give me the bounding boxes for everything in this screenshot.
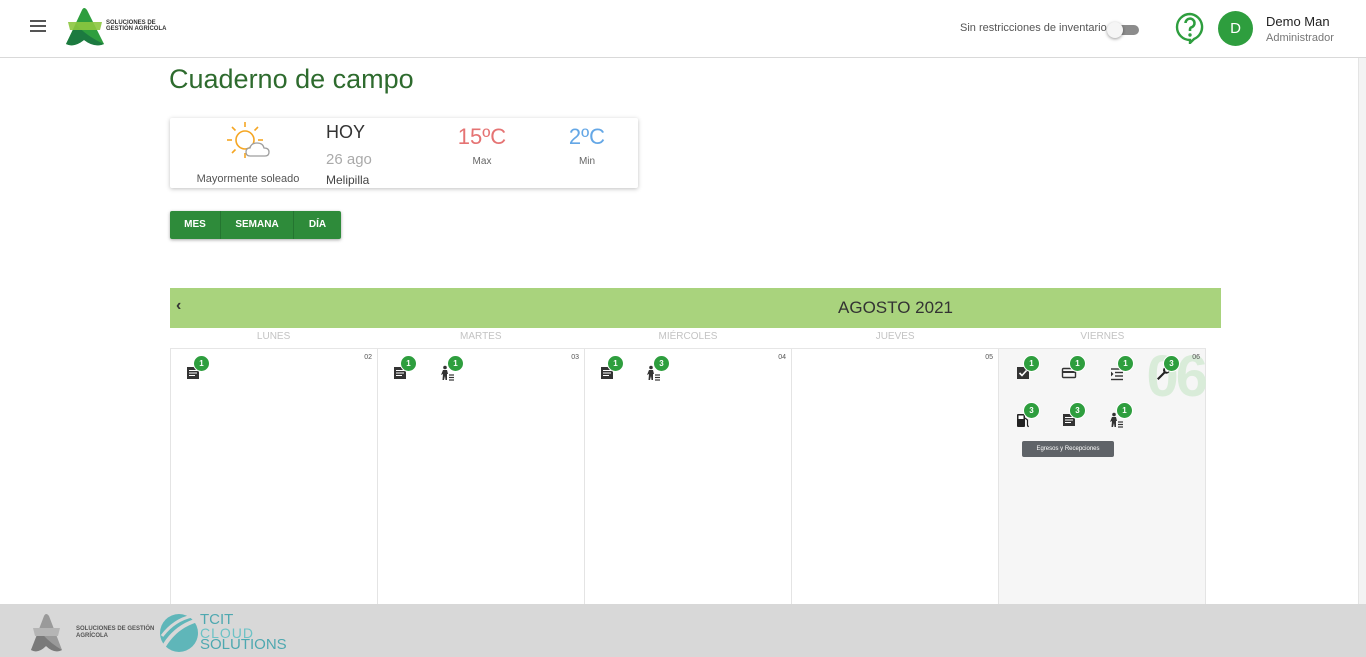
event-fuel[interactable]: 3 — [1015, 402, 1040, 430]
tcit-logo — [160, 614, 199, 652]
inventory-label: Sin restricciones de inventario — [960, 22, 1107, 34]
view-switcher: MES SEMANA DÍA — [170, 211, 341, 239]
inventory-toggle[interactable] — [1107, 22, 1139, 38]
event-card[interactable]: 1 — [1061, 355, 1086, 383]
day-number: 03 — [571, 354, 579, 361]
event-worker[interactable]: 3 — [645, 355, 670, 383]
partly-sunny-icon — [227, 122, 270, 158]
weather-date: 26 ago — [326, 151, 372, 168]
event-document[interactable]: 1 — [185, 355, 210, 383]
footer-brand-tagline: SOLUCIONES DE GESTIÓN AGRÍCOLA — [76, 626, 155, 639]
day-number: 04 — [778, 354, 786, 361]
event-document[interactable]: 1 — [392, 355, 417, 383]
event-count-badge: 3 — [653, 355, 670, 372]
min-label: Min — [578, 156, 596, 167]
calendar-day-cell[interactable]: 04 1 3 — [585, 349, 792, 605]
event-count-badge: 1 — [607, 355, 624, 372]
calendar-grid: 02 1 03 1 1 04 1 3 05 06 06 1 1 1 3 3 3 … — [170, 344, 1208, 605]
calendar-day-cell[interactable]: 02 1 — [170, 349, 378, 605]
max-temp: 15ºC — [457, 124, 507, 149]
event-count-badge: 1 — [1117, 355, 1134, 372]
day-name: LUNES — [256, 331, 291, 342]
event-document[interactable]: 3 — [1061, 402, 1086, 430]
partner-line-3: SOLUTIONS — [200, 636, 287, 653]
event-count-badge: 1 — [193, 355, 210, 372]
month-view-button[interactable]: MES — [170, 211, 221, 239]
event-count-badge: 3 — [1163, 355, 1180, 372]
calendar-day-cell[interactable]: 03 1 1 — [378, 349, 585, 605]
weather-today-label: HOY — [326, 122, 366, 142]
page-title: Cuaderno de campo — [169, 64, 414, 94]
event-count-badge: 1 — [1116, 402, 1133, 419]
day-number: 06 — [1192, 354, 1200, 361]
day-names-row: LUNES MARTES MIÉRCOLES JUEVES VIERNES — [170, 331, 1206, 347]
day-view-button[interactable]: DÍA — [294, 211, 341, 239]
day-number: 05 — [985, 354, 993, 361]
week-view-button[interactable]: SEMANA — [221, 211, 294, 239]
event-document[interactable]: 1 — [599, 355, 624, 383]
user-role: Administrador — [1266, 32, 1334, 44]
day-name: MIÉRCOLES — [658, 331, 718, 342]
calendar-day-cell-today[interactable]: 06 06 1 1 1 3 3 3 1 — [999, 344, 1208, 605]
event-count-badge: 3 — [1069, 402, 1086, 419]
min-temp: 2ºC — [568, 124, 606, 149]
event-count-badge: 1 — [1023, 355, 1040, 372]
event-count-badge: 3 — [1023, 402, 1040, 419]
weather-card: Mayormente soleado HOY 26 ago Melipilla … — [170, 118, 638, 188]
tooltip: Egresos y Recepciones — [1022, 441, 1114, 457]
event-wrench[interactable]: 3 — [1155, 355, 1180, 383]
user-name[interactable]: Demo Man — [1266, 14, 1330, 29]
scrollbar[interactable] — [1358, 58, 1366, 604]
event-worker[interactable]: 1 — [439, 355, 464, 383]
calendar-header: ‹ AGOSTO 2021 — [170, 288, 1221, 328]
avatar[interactable]: D — [1218, 11, 1253, 46]
event-count-badge: 1 — [447, 355, 464, 372]
calendar-day-cell[interactable]: 05 — [792, 349, 999, 605]
weather-location: Melipilla — [326, 173, 370, 187]
calendar-title: AGOSTO 2021 — [838, 298, 953, 317]
menu-icon[interactable] — [30, 20, 46, 34]
brand-tagline: SOLUCIONES DE GESTIÓN AGRÍCOLA — [106, 20, 167, 32]
event-count-badge: 1 — [1069, 355, 1086, 372]
day-name: MARTES — [460, 331, 502, 342]
max-label: Max — [472, 156, 492, 167]
day-name: JUEVES — [875, 331, 915, 342]
event-worker[interactable]: 1 — [1108, 402, 1133, 430]
weather-description: Mayormente soleado — [196, 173, 300, 185]
footer: SOLUCIONES DE GESTIÓN AGRÍCOLA TCIT CLOU… — [0, 604, 1366, 657]
event-checkbox[interactable]: 1 — [1015, 355, 1040, 383]
event-count-badge: 1 — [400, 355, 417, 372]
help-icon[interactable] — [1175, 12, 1205, 44]
event-list[interactable]: 1 — [1109, 355, 1134, 383]
day-number: 02 — [364, 354, 372, 361]
top-bar: SOLUCIONES DE GESTIÓN AGRÍCOLA Sin restr… — [0, 0, 1366, 58]
